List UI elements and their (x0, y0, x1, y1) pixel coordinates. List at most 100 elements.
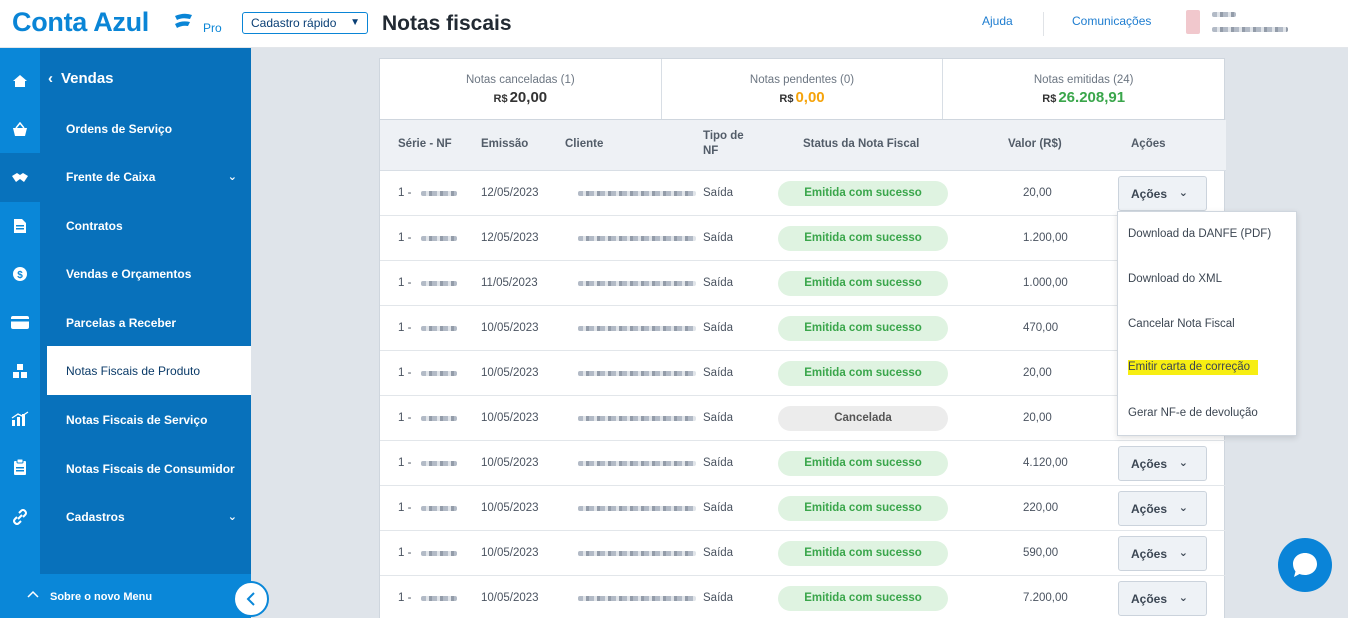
actions-button[interactable]: Ações ⌄ (1118, 176, 1207, 211)
sidebar-item-label: Notas Fiscais de Serviço (66, 412, 208, 427)
redacted-client-name[interactable] (578, 596, 696, 601)
chevron-left-icon (246, 592, 255, 606)
about-new-menu-link[interactable]: Sobre o novo Menu (50, 591, 152, 603)
cell-emissao: 10/05/2023 (481, 502, 539, 514)
page-title: Notas fiscais (382, 12, 512, 35)
status-badge: Cancelada (778, 406, 948, 431)
sidebar-item-vendas-e-orcamentos[interactable]: Vendas e Orçamentos (40, 249, 251, 298)
menu-item-return-nfe[interactable]: Gerar NF-e de devolução (1128, 407, 1258, 419)
redacted-client-name[interactable] (578, 551, 696, 556)
chat-support-button[interactable] (1278, 538, 1332, 592)
cell-serie: 1 - (398, 592, 412, 604)
communications-link[interactable]: Comunicações (1072, 14, 1151, 28)
sidebar-item-notas-fiscais-de-produto[interactable]: Notas Fiscais de Produto (47, 346, 251, 395)
link-icon[interactable] (0, 492, 40, 541)
summary-card-pending: Notas pendentes (0) R$ 0,00 (662, 59, 944, 119)
sidebar-item-cadastros[interactable]: Cadastros ⌄ (40, 492, 251, 541)
sidebar-section-title: Vendas (61, 70, 114, 87)
cell-serie: 1 - (398, 322, 412, 334)
menu-item-cancel-invoice[interactable]: Cancelar Nota Fiscal (1128, 318, 1235, 330)
collapse-sidebar-button[interactable] (233, 581, 269, 617)
redacted-client-name[interactable] (578, 281, 696, 286)
cell-valor: 20,00 (1023, 187, 1052, 199)
menu-item-download-xml[interactable]: Download do XML (1128, 273, 1222, 285)
column-header-tipo[interactable]: Tipo de (703, 130, 744, 142)
redacted-invoice-number (421, 371, 457, 376)
sidebar-item-contratos[interactable]: Contratos (40, 201, 251, 250)
basket-icon[interactable] (0, 105, 40, 154)
status-badge: Emitida com sucesso (778, 271, 948, 296)
menu-item-correction-letter[interactable]: Emitir carta de correção (1128, 360, 1259, 375)
column-header-valor[interactable]: Valor (R$) (1008, 138, 1062, 150)
redacted-client-name[interactable] (578, 506, 696, 511)
sidebar-item-frente-de-caixa[interactable]: Frente de Caixa ⌄ (40, 152, 251, 201)
cell-serie: 1 - (398, 367, 412, 379)
svg-text:$: $ (17, 270, 23, 281)
card-icon[interactable] (0, 298, 40, 347)
summary-card-value: R$ 0,00 (779, 89, 825, 106)
home-icon[interactable] (0, 56, 40, 105)
table-row: 1 - 11/05/2023 Saída Emitida com sucesso 1.0… (380, 261, 1226, 306)
cell-tipo: Saída (703, 592, 734, 604)
column-header-status[interactable]: Status da Nota Fiscal (803, 138, 919, 150)
sidebar-footer: Sobre o novo Menu (0, 574, 251, 618)
cell-emissao: 12/05/2023 (481, 232, 539, 244)
status-badge: Emitida com sucesso (778, 181, 948, 206)
chevron-down-icon: ⌄ (1178, 547, 1188, 559)
quick-register-dropdown[interactable]: Cadastro rápido ▼ (242, 12, 368, 34)
chevron-left-icon: ‹ (48, 70, 53, 87)
redacted-client-name[interactable] (578, 371, 696, 376)
cell-valor: 20,00 (1023, 412, 1052, 424)
boxes-icon[interactable] (0, 346, 40, 395)
logo-text[interactable]: Conta Azul (12, 7, 149, 38)
redacted-invoice-number (421, 236, 457, 241)
actions-button[interactable]: Ações ⌄ (1118, 446, 1207, 481)
user-account-menu[interactable] (1182, 5, 1292, 41)
chart-icon[interactable] (0, 394, 40, 443)
clipboard-icon[interactable] (0, 443, 40, 492)
table-row: 1 - 10/05/2023 Saída Emitida com sucesso 590… (380, 531, 1226, 576)
column-header-serie[interactable]: Série - NF (398, 138, 452, 150)
summary-card-value: R$ 26.208,91 (1042, 89, 1126, 106)
sidebar-item-parcelas-a-receber[interactable]: Parcelas a Receber (40, 298, 251, 347)
sidebar-back-vendas[interactable]: ‹ Vendas (48, 70, 114, 87)
cell-serie: 1 - (398, 412, 412, 424)
redacted-client-name[interactable] (578, 191, 696, 196)
sidebar-item-notas-fiscais-de-consumidor[interactable]: Notas Fiscais de Consumidor (40, 444, 251, 493)
chevron-down-icon: ⌄ (1178, 502, 1188, 514)
menu-item-download-danfe[interactable]: Download da DANFE (PDF) (1128, 228, 1271, 240)
actions-button[interactable]: Ações ⌄ (1118, 491, 1207, 526)
chevron-down-icon: ⌄ (1178, 592, 1188, 604)
document-icon[interactable] (0, 201, 40, 250)
cell-serie: 1 - (398, 502, 412, 514)
sidebar-item-notas-fiscais-de-servico[interactable]: Notas Fiscais de Serviço (40, 395, 251, 444)
actions-dropdown-menu: Download da DANFE (PDF) Download do XML … (1117, 211, 1297, 436)
column-header-emissao[interactable]: Emissão (481, 138, 528, 150)
column-header-cliente[interactable]: Cliente (565, 138, 603, 150)
redacted-client-name[interactable] (578, 236, 696, 241)
cell-tipo: Saída (703, 277, 734, 289)
cell-valor: 20,00 (1023, 367, 1052, 379)
handshake-icon[interactable] (0, 153, 40, 202)
actions-button[interactable]: Ações ⌄ (1118, 536, 1207, 571)
cell-tipo: Saída (703, 547, 734, 559)
table-row: 1 - 10/05/2023 Saída Emitida com sucesso 7.2… (380, 576, 1226, 618)
sidebar-item-label: Vendas e Orçamentos (66, 266, 192, 281)
sidebar-item-ordens-de-servico[interactable]: Ordens de Serviço (40, 104, 251, 153)
status-badge: Emitida com sucesso (778, 361, 948, 386)
redacted-client-name[interactable] (578, 416, 696, 421)
cell-emissao: 10/05/2023 (481, 457, 539, 469)
sidebar-item-label: Parcelas a Receber (66, 315, 177, 330)
help-link[interactable]: Ajuda (982, 14, 1013, 28)
dollar-icon[interactable]: $ (0, 249, 40, 298)
cell-serie: 1 - (398, 232, 412, 244)
actions-button-label: Ações (1131, 502, 1168, 516)
redacted-invoice-number (421, 551, 457, 556)
actions-button[interactable]: Ações ⌄ (1118, 581, 1207, 616)
sidebar-item-label: Frente de Caixa (66, 169, 156, 184)
cell-tipo: Saída (703, 457, 734, 469)
redacted-client-name[interactable] (578, 326, 696, 331)
sidebar-item-label: Contratos (66, 218, 123, 233)
redacted-client-name[interactable] (578, 461, 696, 466)
sidebar-item-label: Cadastros (66, 509, 125, 524)
